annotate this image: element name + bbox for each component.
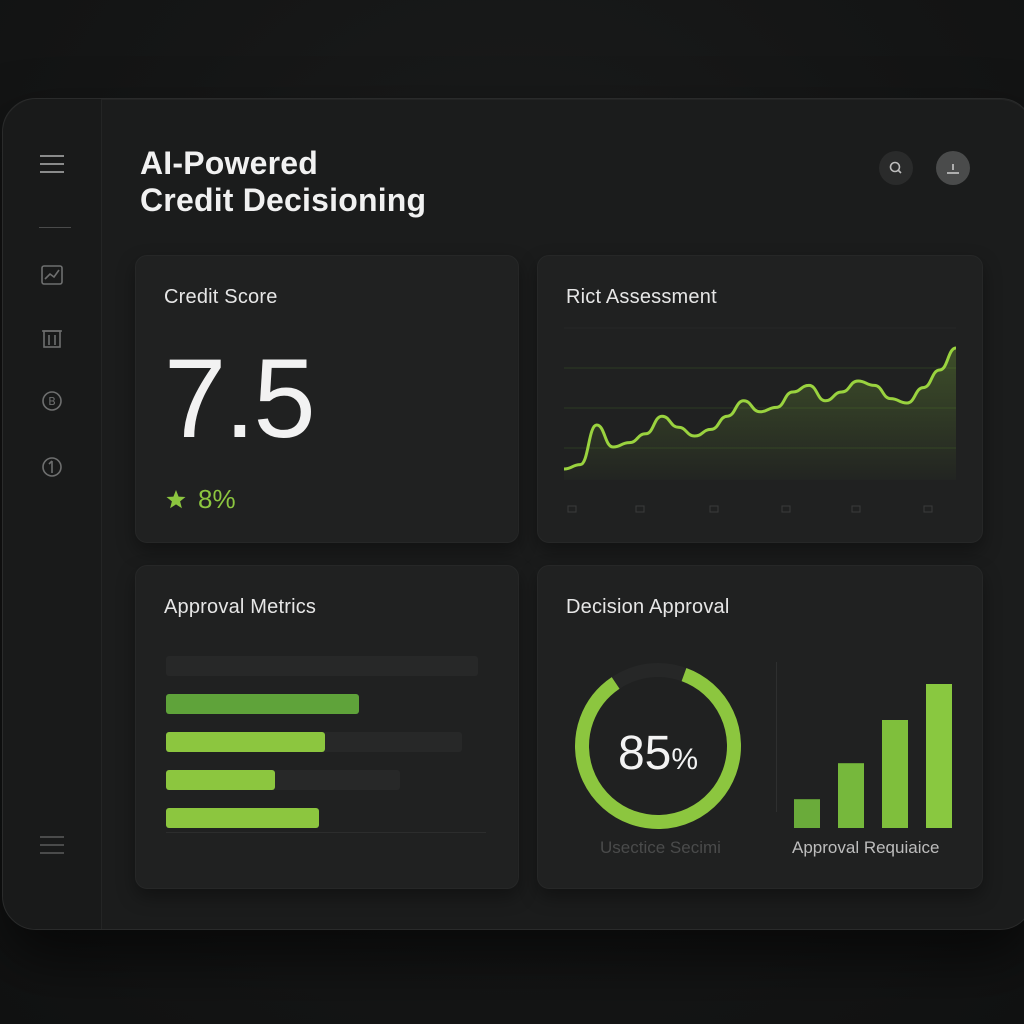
- user-icon: [947, 164, 959, 174]
- metric-bar-fill: [166, 694, 360, 714]
- coin-icon[interactable]: B: [39, 388, 65, 414]
- right-caption: Approval Requiaice: [792, 838, 940, 857]
- svg-text:B: B: [48, 395, 56, 408]
- donut-percent-sign: %: [671, 743, 699, 776]
- risk-x-tick: [567, 505, 577, 513]
- risk-assessment-card: Rict Assessment: [537, 255, 983, 543]
- credit-score-title: Credit Score: [164, 286, 278, 308]
- sidebar-divider: [39, 227, 71, 228]
- approval-bar: [794, 799, 820, 828]
- approval-metrics-title: Approval Metrics: [164, 596, 317, 618]
- left-caption: Usectice Secimi: [600, 838, 721, 857]
- risk-x-tick: [709, 505, 719, 513]
- building-icon[interactable]: [39, 325, 65, 351]
- search-button[interactable]: [879, 151, 913, 185]
- star-icon: [166, 490, 186, 509]
- metric-bar-track: [166, 656, 478, 676]
- metric-bar-fill: [166, 770, 276, 790]
- risk-line-chart: [563, 327, 957, 513]
- donut-percent-value: 85: [617, 727, 672, 780]
- settings-menu-icon[interactable]: [39, 832, 65, 858]
- screen-background: B AI-Powered Credit Decisioning Credit S…: [0, 0, 1024, 1024]
- approval-metrics-card: Approval Metrics: [135, 565, 519, 889]
- search-icon: [889, 161, 902, 174]
- approval-bar: [926, 684, 952, 828]
- donut-percent: 85%: [538, 726, 778, 781]
- page-title: AI-Powered Credit Decisioning: [140, 145, 426, 219]
- approval-bar: [838, 763, 864, 828]
- currency-icon[interactable]: [39, 454, 65, 480]
- credit-score-card: Credit Score 7.5 8%: [135, 255, 519, 543]
- menu-icon[interactable]: [39, 151, 65, 177]
- chart-divider: [776, 662, 777, 812]
- metric-bar-fill: [166, 732, 326, 752]
- decision-approval-card: Decision Approval 85% Usectice Secimi Ap…: [537, 565, 983, 889]
- score-change-value: 8%: [198, 484, 236, 514]
- score-change: 8%: [166, 484, 236, 515]
- app-window: B AI-Powered Credit Decisioning Credit S…: [2, 98, 1024, 930]
- risk-x-tick: [851, 505, 861, 513]
- page-title-line2: Credit Decisioning: [140, 182, 427, 218]
- chart-icon[interactable]: [39, 262, 65, 288]
- credit-score-value: 7.5: [164, 336, 316, 461]
- user-button[interactable]: [936, 151, 970, 185]
- metric-bar-fill: [166, 808, 319, 828]
- risk-x-tick: [781, 505, 791, 513]
- approval-bar: [882, 720, 908, 828]
- risk-x-tick: [635, 505, 645, 513]
- metrics-axis: [166, 832, 486, 833]
- approval-bar-chart: [794, 684, 952, 828]
- page-title-line1: AI-Powered: [140, 145, 319, 181]
- sidebar: B: [3, 99, 102, 929]
- risk-x-tick: [923, 505, 933, 513]
